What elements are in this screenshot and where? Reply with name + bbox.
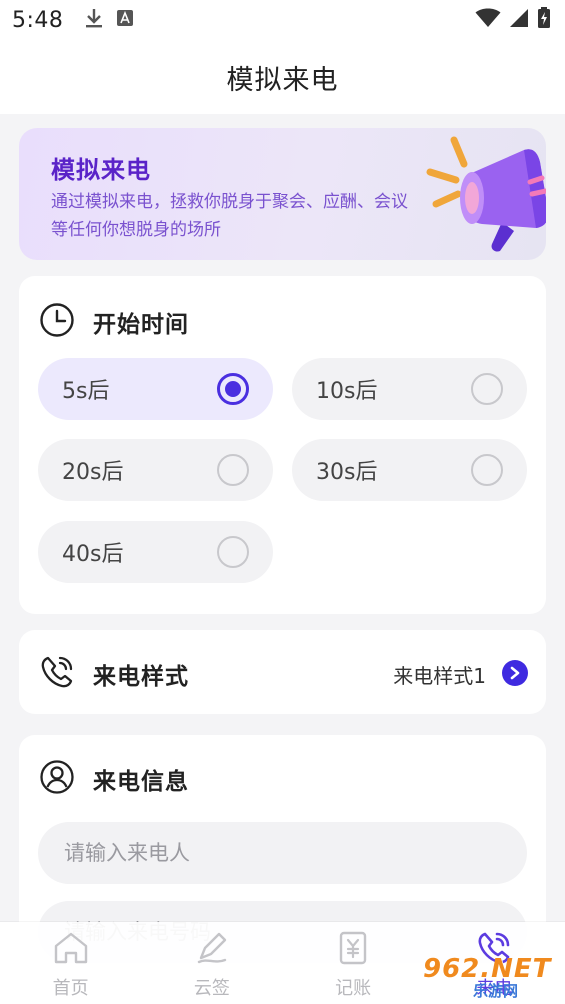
tab-label: 记账 [335, 978, 372, 999]
home-icon [52, 930, 90, 970]
start-option-40s[interactable]: 40s后 [38, 521, 273, 583]
radio-icon[interactable] [471, 454, 503, 486]
radio-icon[interactable] [217, 536, 249, 568]
radio-icon[interactable] [471, 373, 503, 405]
tab-incoming-call[interactable]: 来电 [424, 922, 565, 1004]
app-bar: 模拟来电 [0, 40, 565, 114]
call-style-header: 来电样式 [39, 654, 189, 694]
caller-name-input[interactable] [38, 822, 527, 884]
option-label: 20s后 [62, 460, 124, 485]
option-label: 10s后 [316, 379, 378, 404]
option-label: 30s后 [316, 460, 378, 485]
megaphone-illustration [424, 132, 546, 260]
ledger-icon [334, 930, 372, 970]
banner-title: 模拟来电 [51, 156, 151, 184]
signal-icon [509, 8, 529, 32]
clock-icon [39, 302, 75, 342]
tab-label: 云签 [193, 978, 230, 999]
phone-ringing-icon [475, 930, 513, 970]
option-label: 40s后 [62, 542, 124, 567]
radio-selected-icon[interactable] [217, 373, 249, 405]
tab-home[interactable]: 首页 [0, 922, 141, 1004]
status-time: 5:48 [12, 7, 64, 33]
battery-icon [537, 7, 551, 33]
phone-ringing-icon [39, 654, 75, 694]
chevron-right-icon[interactable] [502, 660, 528, 686]
start-time-title: 开始时间 [93, 312, 189, 338]
option-label: 5s后 [62, 379, 110, 404]
download-icon [85, 8, 103, 32]
call-style-row[interactable]: 来电样式 来电样式1 [19, 630, 546, 714]
intro-banner: 模拟来电 通过模拟来电，拯救你脱身于聚会、应酬、会议等任何你想脱身的场所 [19, 128, 546, 260]
start-option-20s[interactable]: 20s后 [38, 439, 273, 501]
start-option-5s[interactable]: 5s后 [38, 358, 273, 420]
call-info-header: 来电信息 [39, 759, 189, 799]
status-bar: 5:48 [0, 0, 565, 40]
call-style-value[interactable]: 来电样式1 [393, 660, 486, 689]
tab-cloud-sign[interactable]: 云签 [141, 922, 282, 1004]
call-style-title: 来电样式 [93, 664, 189, 690]
radio-icon[interactable] [217, 454, 249, 486]
wifi-icon [475, 8, 501, 32]
user-icon [39, 759, 75, 799]
a-icon [117, 10, 134, 30]
start-option-30s[interactable]: 30s后 [292, 439, 527, 501]
start-time-card: 开始时间 5s后 10s后 20s后 30s后 40s后 [19, 276, 546, 614]
start-time-header: 开始时间 [39, 302, 189, 342]
call-info-title: 来电信息 [93, 769, 189, 795]
bottom-tab-bar: 首页 云签 记账 来电 [0, 922, 565, 1004]
tab-label: 首页 [52, 978, 89, 999]
start-option-10s[interactable]: 10s后 [292, 358, 527, 420]
page-title: 模拟来电 [226, 64, 339, 96]
tab-label: 来电 [476, 978, 513, 999]
pen-icon [193, 930, 231, 970]
banner-description: 通过模拟来电，拯救你脱身于聚会、应酬、会议等任何你想脱身的场所 [51, 192, 408, 240]
tab-ledger[interactable]: 记账 [283, 922, 424, 1004]
